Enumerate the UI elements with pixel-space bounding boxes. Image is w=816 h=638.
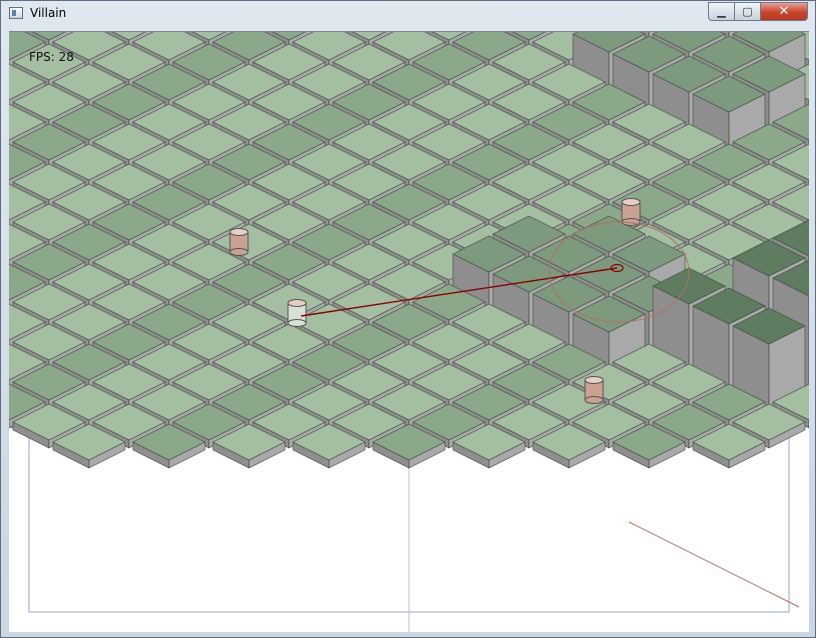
maximize-icon: ▢ [742, 5, 753, 18]
cylinder-top [584, 376, 604, 384]
cylinder-base [229, 248, 249, 256]
window-title: Villain [30, 6, 67, 20]
maximize-button[interactable]: ▢ [734, 2, 761, 21]
close-icon: ✕ [778, 4, 790, 19]
title-bar[interactable]: Villain ▁ ▢ ✕ [1, 1, 815, 27]
cylinder-base [287, 319, 307, 327]
enemy-unit [584, 376, 604, 404]
cylinder-top [287, 299, 307, 307]
game-window: Villain ▁ ▢ ✕ FPS: 28 [0, 0, 816, 638]
terrain-tiles [9, 32, 809, 469]
cylinder-base [584, 396, 604, 404]
player-unit [287, 299, 307, 327]
game-viewport[interactable]: FPS: 28 [9, 31, 809, 632]
minimize-button[interactable]: ▁ [708, 2, 735, 21]
enemy-unit [621, 198, 641, 226]
fps-counter: FPS: 28 [29, 50, 74, 64]
close-button[interactable]: ✕ [760, 2, 808, 21]
minimize-icon: ▁ [717, 5, 726, 18]
app-window-icon [9, 7, 23, 19]
isometric-scene[interactable] [9, 32, 809, 632]
cylinder-top [229, 228, 249, 236]
enemy-unit [229, 228, 249, 256]
x-axis-red-2 [628, 521, 800, 608]
cylinder-top [621, 198, 641, 206]
